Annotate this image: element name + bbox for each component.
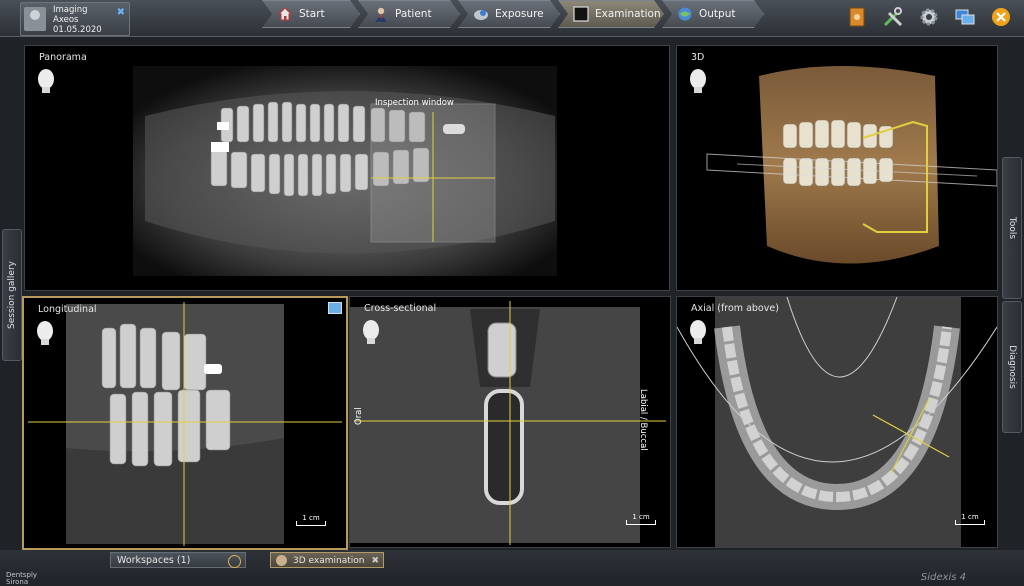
house-icon	[277, 6, 293, 22]
bottom-bar: Workspaces (1) 3D examination ✖ Dentsply…	[0, 550, 1024, 586]
book-icon[interactable]	[846, 6, 868, 28]
pane-label: Cross-sectional	[364, 303, 437, 314]
session-gallery-tab[interactable]: Session gallery	[2, 229, 22, 361]
axial-image	[677, 297, 997, 547]
head-orientation-icon[interactable]	[689, 68, 707, 94]
step-label: Examination	[595, 8, 661, 20]
step-examination[interactable]: Examination	[558, 0, 664, 28]
workspaces-label: Workspaces (1)	[117, 555, 191, 566]
workspaces-tab[interactable]: Workspaces (1)	[110, 552, 246, 568]
step-exposure[interactable]: Exposure	[458, 0, 560, 28]
step-label: Patient	[395, 8, 432, 20]
exam-avatar-icon	[276, 555, 287, 566]
patient-device: Axeos	[53, 15, 79, 25]
inspection-window-label: Inspection window	[375, 98, 454, 108]
tab-label: Diagnosis	[1007, 345, 1017, 389]
oral-label: Oral	[354, 407, 364, 425]
pane-label: Longitudinal	[38, 304, 97, 315]
tab-label: Tools	[1007, 216, 1017, 240]
close-icon[interactable]	[990, 6, 1012, 28]
panorama-image	[133, 66, 557, 276]
brand-line2: Sirona	[6, 578, 29, 586]
unpin-icon[interactable]: ✖	[371, 553, 379, 569]
unpin-icon[interactable]: ✖	[117, 7, 125, 18]
tools-tab[interactable]: Tools	[1002, 157, 1022, 299]
step-start[interactable]: Start	[262, 0, 360, 28]
patient-name: Imaging	[53, 5, 88, 15]
head-orientation-icon[interactable]	[36, 320, 54, 346]
globe-output-icon	[677, 6, 693, 22]
no-entry-icon[interactable]	[228, 555, 241, 568]
gear-icon[interactable]	[918, 6, 940, 28]
pane-label: Axial (from above)	[691, 303, 779, 314]
step-output[interactable]: Output	[662, 0, 764, 28]
pane-label: Panorama	[39, 52, 87, 63]
person-icon	[373, 6, 389, 22]
brand-logo: Dentsply Sirona	[6, 572, 37, 586]
exam-tab-label: 3D examination	[293, 556, 365, 566]
scale-bar: 1 cm	[624, 513, 658, 525]
longitudinal-view[interactable]: Longitudinal 1 cm	[22, 296, 348, 550]
patient-date: 01.05.2020	[53, 25, 102, 35]
pane-label: 3D	[691, 52, 705, 63]
3d-view[interactable]: 3D	[676, 45, 998, 291]
step-label: Output	[699, 8, 736, 20]
top-bar: Imaging Axeos 01.05.2020 ✖ Start Patient…	[0, 0, 1024, 37]
3d-render	[706, 66, 997, 264]
patient-avatar	[24, 7, 46, 31]
workspace: Panorama Inspection window 3D Longitudin…	[0, 37, 1024, 550]
scale-bar: 1 cm	[953, 513, 987, 525]
top-toolbar	[846, 6, 1010, 30]
head-orientation-icon[interactable]	[689, 319, 707, 345]
tab-label: Session gallery	[7, 261, 17, 329]
tools-icon[interactable]	[882, 6, 904, 28]
step-patient[interactable]: Patient	[358, 0, 460, 28]
monitor-icon	[573, 6, 589, 22]
panorama-view[interactable]: Panorama Inspection window	[24, 45, 670, 291]
scale-bar: 1 cm	[294, 514, 328, 526]
head-orientation-icon[interactable]	[362, 319, 380, 345]
exam-tab-3d[interactable]: 3D examination ✖	[270, 552, 384, 568]
step-label: Start	[299, 8, 325, 20]
product-version: Sidexis 4	[920, 572, 966, 583]
labial-buccal-label: Labial / Buccal	[638, 389, 648, 451]
cross-sectional-view[interactable]: Cross-sectional Oral Labial / Buccal 1 c…	[349, 296, 671, 548]
head-orientation-icon[interactable]	[37, 68, 55, 94]
step-label: Exposure	[495, 8, 544, 20]
diagnosis-tab[interactable]: Diagnosis	[1002, 301, 1022, 433]
longitudinal-image	[28, 302, 342, 546]
cross-sectional-image	[350, 301, 666, 545]
axial-view[interactable]: Axial (from above) 1 cm	[676, 296, 998, 548]
patient-card[interactable]: Imaging Axeos 01.05.2020 ✖	[20, 2, 130, 36]
xray-source-icon	[473, 6, 489, 22]
screens-icon[interactable]	[954, 6, 976, 28]
